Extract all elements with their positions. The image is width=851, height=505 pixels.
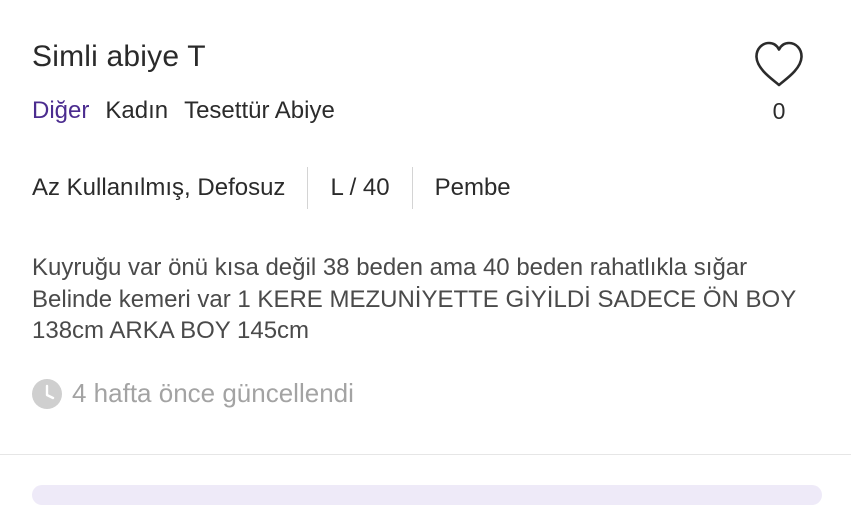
section-divider bbox=[0, 454, 851, 455]
condition-label: Az Kullanılmış, Defosuz bbox=[32, 174, 286, 201]
updated-text: 4 hafta önce güncellendi bbox=[72, 378, 354, 408]
next-section-card bbox=[32, 485, 822, 505]
breadcrumb-item-kadin[interactable]: Kadın bbox=[105, 97, 168, 125]
clock-icon bbox=[32, 378, 62, 409]
heart-icon[interactable] bbox=[753, 40, 805, 88]
favorite-button[interactable]: 0 bbox=[748, 40, 810, 125]
breadcrumb-item-diger[interactable]: Diğer bbox=[32, 97, 89, 125]
breadcrumb-item-tesettur-abiye[interactable]: Tesettür Abiye bbox=[184, 97, 335, 125]
size-label: L / 40 bbox=[330, 174, 390, 201]
product-description: Kuyruğu var önü kısa değil 38 beden ama … bbox=[32, 254, 796, 344]
favorite-count: 0 bbox=[772, 98, 786, 124]
product-attributes: Az Kullanılmış, Defosuz L / 40 Pembe bbox=[32, 166, 511, 210]
attribute-divider bbox=[411, 167, 413, 209]
attribute-divider bbox=[307, 167, 309, 209]
updated-info: 4 hafta önce güncellendi bbox=[32, 378, 354, 409]
product-title: Simli abiye T bbox=[32, 40, 206, 73]
color-label: Pembe bbox=[434, 174, 511, 201]
breadcrumb: Diğer Kadın Tesettür Abiye bbox=[32, 97, 351, 125]
